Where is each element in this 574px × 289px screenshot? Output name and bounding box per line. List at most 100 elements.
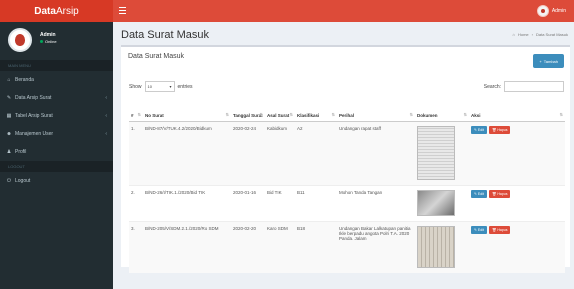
chevron-down-icon: ▾: [169, 84, 172, 89]
user-menu-label: Admin: [551, 8, 566, 14]
cell-tanggal: 2020-01-16: [231, 184, 265, 221]
chevron-left-icon: ‹: [105, 113, 107, 119]
cell-tanggal: 2020-02-24: [231, 120, 265, 185]
sidebar-item-label: Manajemen User: [15, 131, 54, 137]
sort-icon: ⇅: [137, 111, 141, 117]
cell-perihal: Undangan Bakar Lalkatupan panitia Ikle b…: [337, 220, 415, 273]
avatar: [8, 28, 32, 52]
cell-dokumen: [415, 120, 469, 185]
chevron-left-icon: ‹: [105, 131, 107, 137]
plus-icon: +: [539, 58, 542, 64]
cell-dokumen: [415, 220, 469, 273]
sort-icon: ⇅: [331, 111, 335, 117]
breadcrumb-current: Data Surat Masuk: [535, 32, 568, 37]
sidebar-item-label: Tabel Arsip Surat: [15, 113, 53, 119]
cell-no-surat: B/ND-26/I/TIK.1./2020/Bid TIK: [143, 184, 231, 221]
power-icon: ⏻: [7, 178, 11, 184]
user-menu[interactable]: Admin: [536, 5, 566, 17]
search-label: Search:: [483, 83, 501, 90]
sidebar-section-main: MAIN MENU: [0, 60, 113, 71]
logo-bold-text: Data: [34, 5, 56, 17]
column-header-klasifikasi[interactable]: Klasifikasi ⇅: [295, 101, 337, 122]
delete-button[interactable]: 🗑 Hapus: [488, 225, 511, 234]
column-header-aksi[interactable]: Aksi ⇅: [469, 101, 565, 122]
cell-number: 3.: [129, 220, 143, 273]
sort-icon: ⇅: [259, 111, 263, 117]
cell-asal: Kabidkum: [265, 120, 295, 185]
column-header-asal-surat[interactable]: Asal Surat ⇅: [265, 101, 295, 122]
sidebar-item-profil[interactable]: ♟ Profil: [0, 143, 113, 161]
edit-icon: ✎: [6, 95, 12, 101]
cell-perihal: Mohon Tanda Tangan: [337, 184, 415, 221]
sidebar-item-manajemen-user[interactable]: ☻ Manajemen User ‹: [0, 125, 113, 143]
cell-asal: Bid TIK: [265, 184, 295, 221]
cell-no-surat: B/ND-87/V/TUK.4.2/2020/Bidkum: [143, 120, 231, 185]
cell-aksi: ✎ Edit 🗑 Hapus: [469, 220, 565, 273]
sidebar: Admin Online MAIN MENU ⌂ Beranda ✎ Data …: [0, 22, 113, 289]
online-status: Online: [40, 39, 57, 44]
users-icon: ☻: [6, 131, 12, 137]
edit-button[interactable]: ✎ Edit: [471, 225, 487, 234]
cell-aksi: ✎ Edit 🗑 Hapus: [469, 120, 565, 185]
sidebar-item-data-arsip-surat[interactable]: ✎ Data Arsip Surat ‹: [0, 89, 113, 107]
sort-icon: ⇅: [225, 111, 229, 117]
breadcrumb: ⌂ Home › Data Surat Masuk: [512, 32, 568, 37]
cell-asal: Karo SDM: [265, 220, 295, 273]
column-header-perihal[interactable]: Perihal ⇅: [337, 101, 415, 122]
table-header-row: # ⇅ No Surat ⇅ Tanggal Surat ⇅ Asal Surat ⇅ …: [129, 101, 565, 122]
sidebar-item-logout[interactable]: ⏻ Logout: [0, 172, 113, 190]
cell-perihal: Undangan rapat staff: [337, 120, 415, 185]
online-status-label: Online: [45, 39, 57, 44]
table-row: 3. B/ND-205/V/SDM.2.1./2020/Ro SDM 2020-…: [129, 220, 565, 273]
add-button[interactable]: + Tambah: [533, 54, 564, 68]
cell-number: 2.: [129, 184, 143, 221]
entries-length-control: Show 10 ▾ entries: [129, 81, 193, 92]
cell-tanggal: 2020-02-20: [231, 220, 265, 273]
cell-klasifikasi: A2: [295, 120, 337, 185]
user-avatar-small: [536, 5, 549, 17]
breadcrumb-home[interactable]: Home: [518, 32, 529, 37]
delete-button[interactable]: 🗑 Hapus: [488, 125, 511, 134]
sidebar-item-label: Logout: [15, 178, 31, 184]
sidebar-item-label: Data Arsip Surat: [15, 95, 52, 101]
sidebar-item-label: Beranda: [15, 77, 34, 83]
sort-icon: ⇅: [409, 111, 413, 117]
user-panel: Admin Online: [0, 22, 113, 60]
table-row: 2. B/ND-26/I/TIK.1./2020/Bid TIK 2020-01…: [129, 184, 565, 221]
delete-button[interactable]: 🗑 Hapus: [488, 189, 511, 198]
document-thumbnail[interactable]: [417, 125, 455, 180]
column-header-number[interactable]: # ⇅: [129, 101, 143, 122]
document-thumbnail[interactable]: [417, 189, 455, 216]
column-header-no-surat[interactable]: No Surat ⇅: [143, 101, 231, 122]
entries-select[interactable]: 10 ▾: [144, 81, 175, 92]
page-title: Data Surat Masuk: [121, 29, 210, 41]
sidebar-item-beranda[interactable]: ⌂ Beranda: [0, 71, 113, 89]
edit-button[interactable]: ✎ Edit: [471, 189, 487, 198]
cell-aksi: ✎ Edit 🗑 Hapus: [469, 184, 565, 221]
menu-toggle-icon[interactable]: [119, 7, 126, 14]
sidebar-item-label: Profil: [15, 149, 27, 155]
user-icon: ♟: [6, 149, 12, 155]
cell-number: 1.: [129, 120, 143, 185]
column-header-dokumen[interactable]: Dokumen ⇅: [415, 101, 469, 122]
table-row: 1. B/ND-87/V/TUK.4.2/2020/Bidkum 2020-02…: [129, 120, 565, 185]
cell-klasifikasi: B11: [295, 184, 337, 221]
search-input[interactable]: [504, 81, 564, 92]
box-title: Data Surat Masuk: [128, 53, 185, 60]
logo-light-text: Arsip: [55, 5, 79, 17]
add-button-label: Tambah: [543, 58, 558, 64]
sidebar-section-logout: LOGOUT: [0, 161, 113, 172]
entries-label: entries: [177, 83, 193, 90]
cell-dokumen: [415, 184, 469, 221]
column-header-tanggal-surat[interactable]: Tanggal Surat ⇅: [231, 101, 265, 122]
chevron-left-icon: ‹: [105, 95, 107, 101]
table-search: Search:: [484, 81, 564, 92]
sidebar-item-tabel-arsip-surat[interactable]: ▦ Tabel Arsip Surat ‹: [0, 107, 113, 125]
document-thumbnail[interactable]: [417, 225, 455, 268]
entries-select-value: 10: [147, 84, 152, 89]
edit-button[interactable]: ✎ Edit: [471, 125, 487, 134]
sort-icon: ⇅: [463, 111, 467, 117]
sidebar-user-name: Admin: [40, 32, 56, 38]
table-icon: ▦: [6, 113, 12, 119]
app-logo[interactable]: Data Arsip: [0, 0, 113, 22]
